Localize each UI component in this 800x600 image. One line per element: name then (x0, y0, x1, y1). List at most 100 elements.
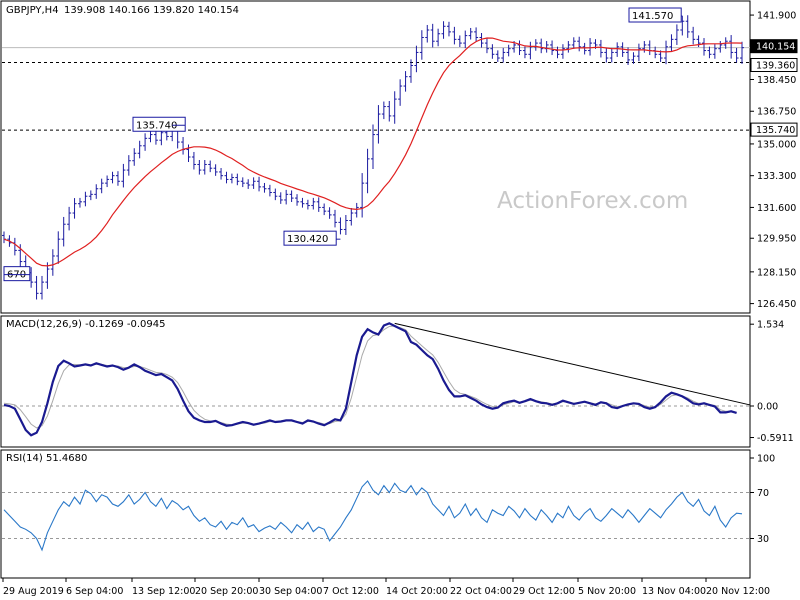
price-title: GBPJPY,H4 (6, 5, 59, 16)
candle (533, 39, 538, 51)
candle (181, 137, 186, 155)
candle (555, 46, 560, 59)
candle (99, 178, 104, 194)
x-tick-label: 13 Sep 12:00 (132, 586, 195, 597)
candle (327, 207, 332, 219)
price-tick-label: 136.750 (757, 107, 796, 118)
candle (403, 71, 408, 92)
rsi-tick-label: 70 (757, 488, 769, 499)
price-tick-label: 128.150 (757, 267, 796, 278)
candle (582, 42, 587, 55)
candle (685, 15, 690, 38)
candle (376, 105, 381, 144)
candles (2, 15, 744, 300)
price-tick-label: 126.450 (757, 299, 796, 310)
level-lines (2, 47, 750, 131)
price-tick-label: 131.600 (757, 203, 796, 214)
candle (50, 249, 55, 276)
candle (729, 35, 734, 59)
x-tick-label: 22 Oct 04:00 (450, 586, 512, 597)
candle (734, 47, 739, 63)
candle (121, 163, 126, 188)
candle (311, 197, 316, 210)
candle (669, 34, 674, 52)
candle (251, 177, 256, 189)
candle (257, 176, 262, 192)
annotation-label: 670 (3, 266, 31, 282)
candle (2, 231, 6, 244)
annotation-text: 135.740 (136, 120, 177, 131)
macd-layer (2, 322, 751, 437)
candle (577, 36, 582, 52)
candle (354, 202, 359, 218)
candle (83, 191, 88, 207)
candle (430, 23, 435, 48)
candle (137, 140, 142, 159)
candle (381, 101, 386, 120)
candle (273, 188, 278, 201)
candle (387, 100, 392, 122)
macd-line (3, 322, 737, 437)
candle (539, 38, 544, 54)
annotation-text: 141.570 (632, 11, 673, 22)
candle (148, 130, 153, 143)
macd-title: MACD(12,26,9) -0.1269 -0.0945 (6, 319, 166, 330)
candle (322, 203, 327, 216)
candle (560, 44, 565, 59)
candle (484, 38, 489, 54)
candle (300, 197, 305, 208)
candle (39, 275, 44, 300)
candle (398, 79, 403, 106)
candle (143, 133, 148, 151)
price-tick-label: 141.900 (757, 11, 796, 22)
candle (740, 41, 744, 64)
candle (588, 38, 593, 56)
candle (343, 215, 348, 235)
macd-tick-label: -0.5911 (757, 433, 794, 444)
candle (436, 28, 441, 47)
x-tick-label: 13 Nov 04:00 (642, 586, 706, 597)
price-tick-label: 133.300 (757, 171, 796, 182)
candle (566, 41, 571, 53)
candle (34, 275, 39, 300)
candle (718, 41, 723, 53)
candle (77, 197, 82, 208)
candle (338, 217, 343, 235)
candle (240, 177, 245, 188)
candle (522, 46, 527, 59)
candle (365, 148, 370, 194)
candle (609, 47, 614, 63)
candle (219, 168, 224, 180)
candle (262, 182, 267, 193)
x-tick-label: 29 Aug 2019 (3, 586, 64, 597)
candle (446, 21, 451, 37)
chart-svg: ActionForex.com 141.900 138.450 136.750 135… (0, 0, 798, 597)
candle (642, 41, 647, 53)
rsi-tick-label: 100 (757, 454, 775, 465)
x-tick-label: 7 Oct 12:00 (323, 586, 379, 597)
rsi-layer (2, 480, 750, 552)
candle (674, 24, 679, 45)
rsi-title: RSI(14) 51.4680 (6, 453, 87, 464)
candle (452, 26, 457, 45)
x-tick-label: 14 Oct 20:00 (386, 586, 448, 597)
candle (316, 197, 321, 212)
candle (441, 21, 446, 39)
candle (197, 159, 202, 175)
candle (360, 173, 365, 218)
candle (105, 175, 110, 188)
price-tick-label: 135.000 (757, 139, 796, 150)
candle (208, 160, 213, 173)
candle (528, 41, 533, 60)
annotation-text: 130.420 (287, 234, 328, 245)
ohlc-values: 139.908 140.166 139.820 140.154 (64, 5, 239, 16)
price-badge: 139.360 (750, 58, 798, 73)
candle (349, 207, 354, 226)
price-axis-ticks: 141.900 138.450 136.750 135.000 133.300 131.6… (750, 11, 796, 310)
macd-axis-ticks: 1.534 0.00 -0.5911 (750, 320, 794, 444)
candle (295, 194, 300, 206)
annotation-label: 130.420 (283, 230, 341, 246)
candle (419, 30, 424, 60)
price-badge-text: 135.740 (756, 125, 795, 136)
macd-tick-label: 0.00 (757, 402, 778, 413)
